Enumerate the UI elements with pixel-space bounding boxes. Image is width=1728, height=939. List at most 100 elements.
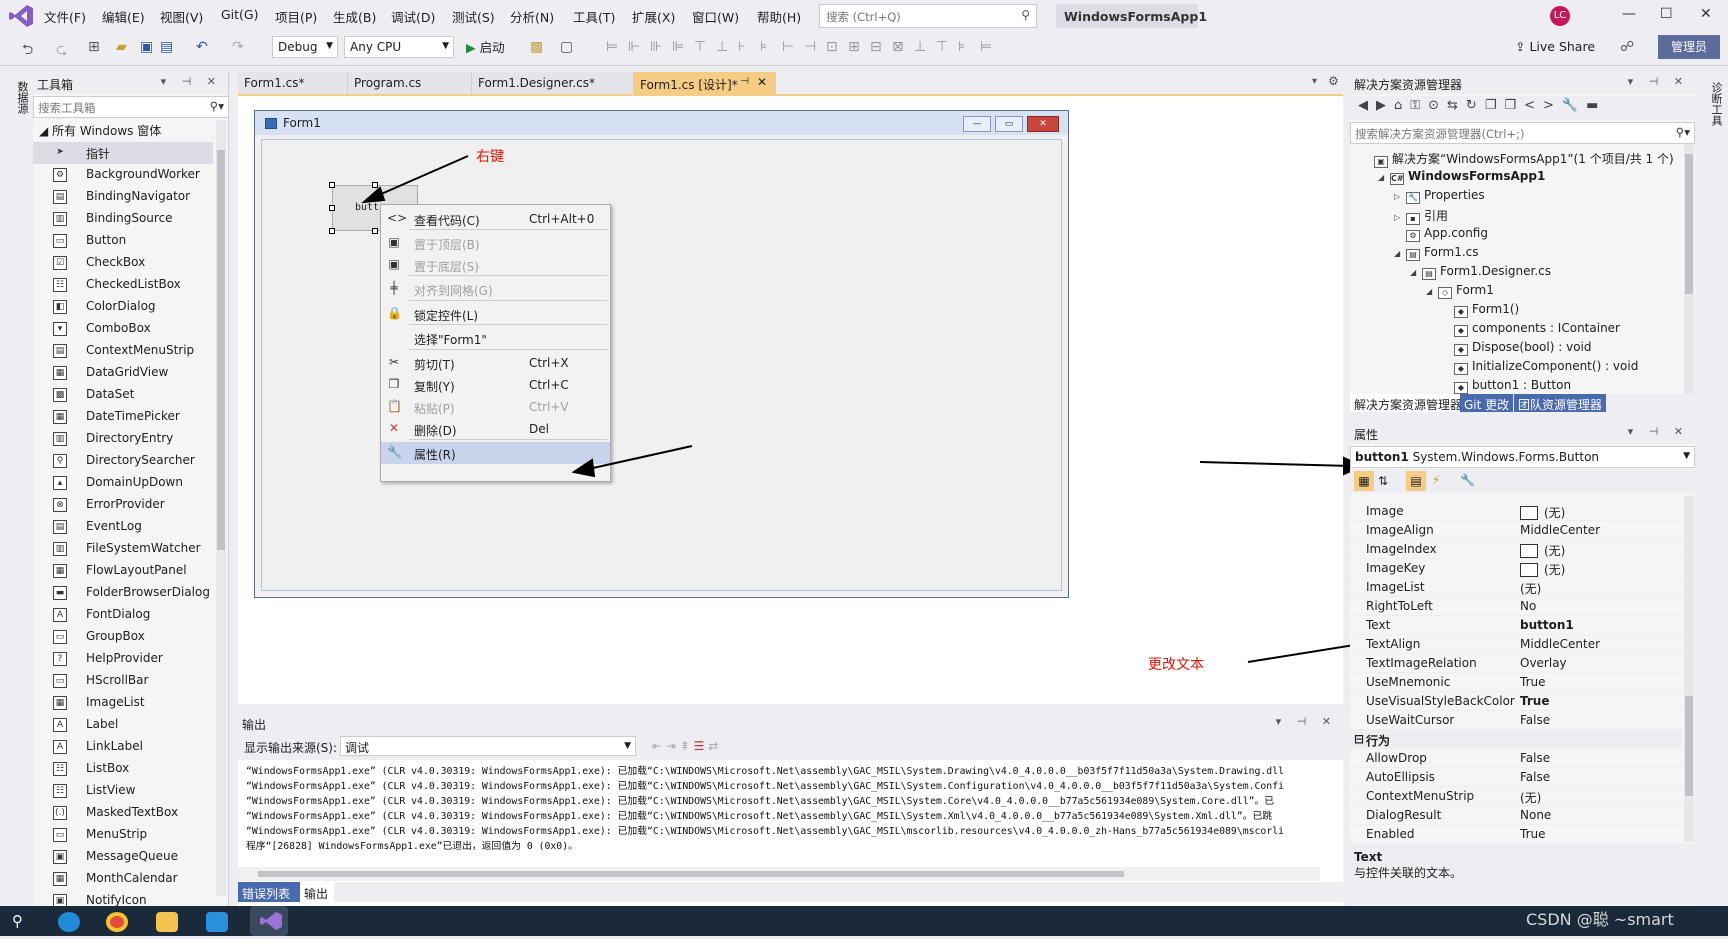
properties-view-icon[interactable]: ▤ xyxy=(1406,471,1426,491)
events-lightning-icon[interactable]: ⚡ xyxy=(1432,473,1440,487)
property-row[interactable]: ContextMenuStrip (无) xyxy=(1350,787,1682,806)
scrollbar-thumb[interactable] xyxy=(1685,696,1693,796)
tree-item[interactable]: ◢ ▤ Form1.Designer.cs xyxy=(1410,264,1551,280)
property-value[interactable]: MiddleCenter xyxy=(1520,523,1600,537)
property-value[interactable]: True xyxy=(1520,694,1549,708)
property-value-text: None xyxy=(1520,808,1552,822)
tree-item-icon: ◇ xyxy=(1438,287,1452,299)
solution-tab[interactable]: 团队资源管理器 xyxy=(1514,394,1607,412)
property-row[interactable]: DialogResult None xyxy=(1350,806,1682,825)
output-source-select[interactable]: 调试 ▼ xyxy=(340,736,636,756)
mail-icon[interactable] xyxy=(206,912,228,932)
tree-item[interactable]: ◢ ◇ Form1 xyxy=(1426,283,1494,299)
tree-item[interactable]: ◆ InitializeComponent() : void xyxy=(1442,359,1638,375)
tree-item[interactable]: ▣ 解决方案“WindowsFormsApp1”(1 个项目/共 1 个) xyxy=(1362,150,1674,168)
property-value[interactable]: False xyxy=(1520,770,1550,784)
expand-arrow-icon[interactable]: ▷ xyxy=(1394,213,1406,222)
tree-item[interactable]: ⚙ App.config xyxy=(1394,226,1488,242)
tree-item[interactable]: ◆ button1 : Button xyxy=(1442,378,1571,394)
output-text[interactable]: “WindowsFormsApp1.exe” (CLR v4.0.30319: … xyxy=(246,764,1326,880)
property-name: 行为 xyxy=(1366,734,1391,748)
property-row[interactable]: AllowDrop False xyxy=(1350,749,1682,768)
visual-studio-task[interactable] xyxy=(250,906,288,936)
alphabetical-icon[interactable]: ⇅ xyxy=(1378,474,1388,488)
categorized-icon[interactable]: ▦ xyxy=(1354,471,1374,491)
property-value[interactable]: (无) xyxy=(1520,789,1541,806)
property-name: UseWaitCursor xyxy=(1366,713,1455,727)
property-value[interactable]: False xyxy=(1520,713,1550,727)
property-row[interactable]: UseVisualStyleBackColor True xyxy=(1350,692,1682,711)
chrome-icon[interactable] xyxy=(106,912,128,932)
tree-item[interactable]: ◢ C# WindowsFormsApp1 xyxy=(1378,169,1545,185)
collapse-icon[interactable]: ⊟ xyxy=(1354,732,1364,746)
solution-tab[interactable]: 解决方案资源管理器 xyxy=(1350,394,1467,412)
tree-item-icon: ▪ xyxy=(1406,213,1420,225)
property-row[interactable]: Image (无) xyxy=(1350,502,1682,521)
expand-arrow-icon[interactable]: ◢ xyxy=(1378,173,1390,182)
property-value[interactable]: False xyxy=(1520,751,1550,765)
property-row[interactable]: RightToLeft No xyxy=(1350,597,1682,616)
property-value-text: True xyxy=(1520,675,1546,689)
property-row[interactable]: Enabled True xyxy=(1350,825,1682,844)
property-value[interactable]: None xyxy=(1520,808,1551,822)
panel-controls[interactable]: ▾ ⊣ ✕ xyxy=(1628,425,1689,438)
property-value[interactable]: (无) xyxy=(1520,561,1565,578)
output-tools-icons[interactable]: ⇤ ⇥ ⇞ ☰ ⇄ xyxy=(652,739,718,753)
property-row[interactable]: ImageList (无) xyxy=(1350,578,1682,597)
object-name: button1 xyxy=(1355,450,1409,464)
panel-controls[interactable]: ▾ ⊣ ✕ xyxy=(1276,715,1337,728)
property-value[interactable]: (无) xyxy=(1520,580,1541,597)
scrollbar-thumb[interactable] xyxy=(258,871,1124,877)
tree-item[interactable]: ◆ Form1() xyxy=(1442,302,1519,318)
expand-arrow-icon[interactable]: ◢ xyxy=(1426,287,1438,296)
edge-icon[interactable] xyxy=(58,912,80,932)
property-row[interactable]: ImageKey (无) xyxy=(1350,559,1682,578)
tree-item[interactable]: ▷ ▪ 引用 xyxy=(1394,207,1448,225)
property-value[interactable]: True xyxy=(1520,827,1546,841)
property-value[interactable]: MiddleCenter xyxy=(1520,637,1600,651)
solution-scrollbar[interactable] xyxy=(1684,144,1694,394)
property-value-text: False xyxy=(1520,713,1551,727)
expand-arrow-icon[interactable]: ▷ xyxy=(1394,192,1406,201)
property-value[interactable]: True xyxy=(1520,675,1546,689)
property-row[interactable]: Text button1 xyxy=(1350,616,1682,635)
property-swatch xyxy=(1520,563,1538,577)
expand-arrow-icon[interactable]: ◢ xyxy=(1410,268,1422,277)
property-row[interactable]: ImageIndex (无) xyxy=(1350,540,1682,559)
properties-header: 属性 ▾ ⊣ ✕ xyxy=(1350,422,1695,444)
panel-controls[interactable]: ▾ ⊣ ✕ xyxy=(1628,75,1689,88)
property-value[interactable]: No xyxy=(1520,599,1536,613)
property-pages-icon[interactable]: 🔧 xyxy=(1460,473,1475,487)
output-hscrollbar[interactable] xyxy=(238,867,1320,881)
folder-icon[interactable] xyxy=(156,912,178,932)
tree-item[interactable]: ◆ Dispose(bool) : void xyxy=(1442,340,1591,356)
property-value[interactable]: button1 xyxy=(1520,618,1574,632)
property-row[interactable]: UseWaitCursor False xyxy=(1350,711,1682,730)
property-value[interactable]: Overlay xyxy=(1520,656,1567,670)
property-value[interactable]: (无) xyxy=(1520,542,1565,559)
property-row[interactable]: ImageAlign MiddleCenter xyxy=(1350,521,1682,540)
solution-search-input[interactable]: 搜索解决方案资源管理器(Ctrl+;) ⚲▾ xyxy=(1350,122,1695,144)
tree-item[interactable]: ◆ components : IContainer xyxy=(1442,321,1620,337)
properties-object-select[interactable]: button1 System.Windows.Forms.Button ▼ xyxy=(1350,446,1695,468)
tree-item[interactable]: ◢ ▤ Form1.cs xyxy=(1394,245,1479,261)
properties-scrollbar[interactable] xyxy=(1684,496,1694,842)
output-line: “WindowsFormsApp1.exe” (CLR v4.0.30319: … xyxy=(246,811,1273,822)
property-row[interactable]: TextImageRelation Overlay xyxy=(1350,654,1682,673)
tree-item[interactable]: ▷ 🔧 Properties xyxy=(1394,188,1485,204)
solution-tab[interactable]: Git 更改 xyxy=(1460,394,1514,412)
output-tab[interactable]: 错误列表 xyxy=(238,882,300,902)
property-swatch xyxy=(1520,544,1538,558)
solution-toolbar[interactable]: ◀▶⌂⚿⊙⇆↻❐❒<>🔧▬ xyxy=(1350,96,1695,120)
property-row[interactable]: TextAlign MiddleCenter xyxy=(1350,635,1682,654)
tree-item-label: Properties xyxy=(1424,188,1485,202)
property-row[interactable]: ⊟ 行为 xyxy=(1350,730,1682,749)
property-row[interactable]: AutoEllipsis False xyxy=(1350,768,1682,787)
property-value[interactable]: (无) xyxy=(1520,504,1565,521)
search-icon[interactable]: ⚲ xyxy=(12,912,23,930)
scrollbar-thumb[interactable] xyxy=(1685,154,1693,294)
property-row[interactable]: UseMnemonic True xyxy=(1350,673,1682,692)
output-tab[interactable]: 输出 xyxy=(300,882,334,902)
expand-arrow-icon[interactable]: ◢ xyxy=(1394,249,1406,258)
solution-explorer-title: 解决方案资源管理器 xyxy=(1354,78,1463,92)
